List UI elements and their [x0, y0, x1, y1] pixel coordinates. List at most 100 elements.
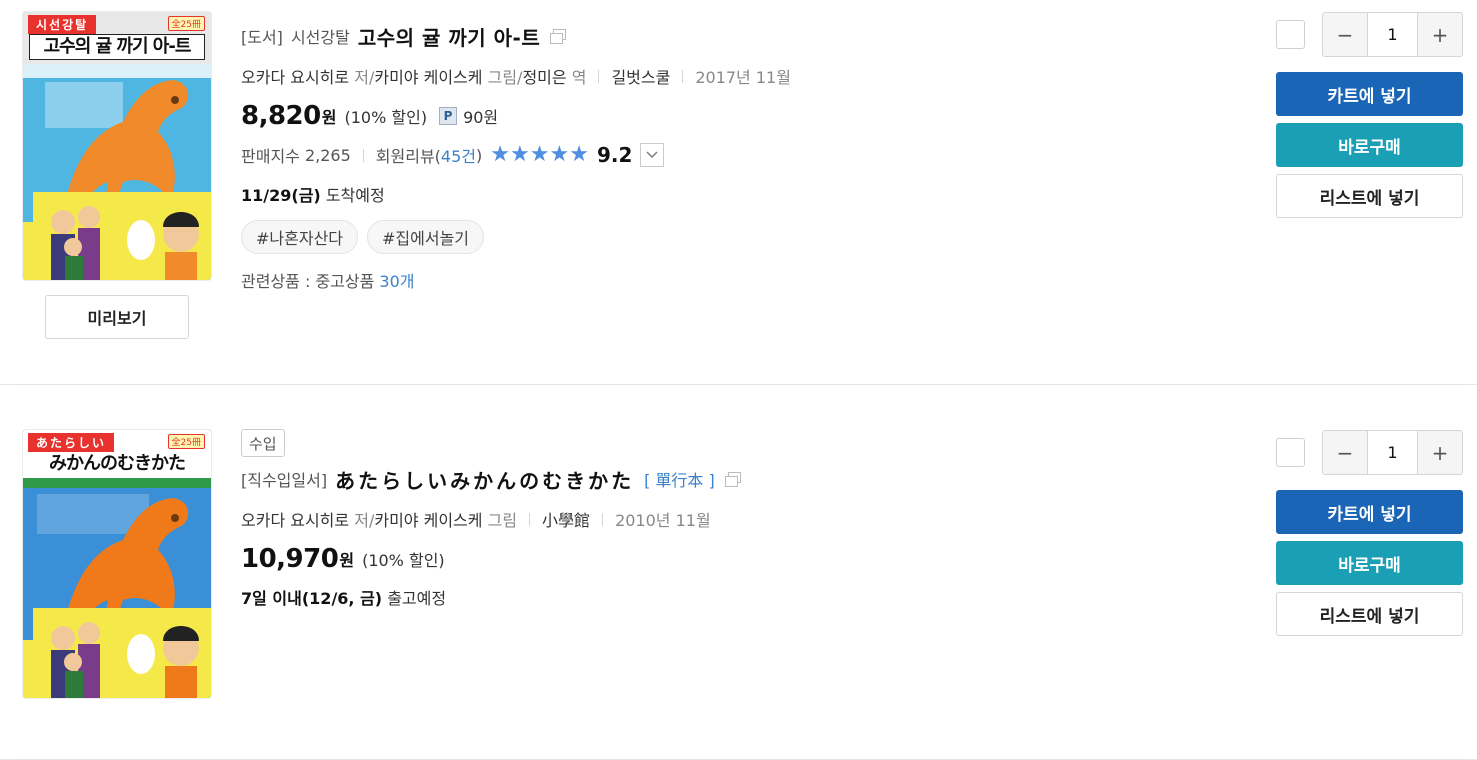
- category-label: [도서]: [241, 28, 283, 47]
- sale-price: 8,820: [241, 101, 321, 131]
- sale-price: 10,970: [241, 544, 339, 574]
- author-line: 오카다 요시히로 저/카미야 케이스케 그림/정미은 역 길벗스쿨 2017년 …: [241, 62, 791, 90]
- currency-unit: 원: [339, 551, 355, 570]
- discount-rate: (10% 할인): [344, 108, 428, 127]
- select-checkbox[interactable]: [1276, 20, 1305, 49]
- product-title[interactable]: あたらしいみかんのむきかた: [335, 465, 634, 494]
- related-products: 관련상품 : 중고상품 30개: [241, 268, 791, 292]
- increase-button[interactable]: +: [1418, 431, 1462, 474]
- quantity-input[interactable]: 1: [1367, 13, 1418, 56]
- product-info: 수입 [직수입일서] あたらしいみかんのむきかた [ 單行本 ] 오카다 요시히…: [241, 429, 741, 611]
- star-icon: ★: [529, 142, 550, 167]
- illustrator-name[interactable]: 카미야 케이스케: [374, 507, 482, 531]
- publish-date: 2010년 11월: [615, 511, 711, 530]
- author-role: 저/: [354, 511, 375, 530]
- quantity-row: − 1 +: [1276, 430, 1463, 475]
- import-badge: 수입: [241, 429, 285, 457]
- category-label: [직수입일서]: [241, 471, 328, 490]
- star-icon: ★: [569, 142, 589, 167]
- author-name[interactable]: 오카다 요시히로: [241, 507, 349, 531]
- publisher-name[interactable]: 길벗스쿨: [611, 64, 670, 88]
- divider: [529, 512, 531, 526]
- star-icon: ★: [510, 142, 530, 167]
- star-icon: ★: [490, 142, 510, 167]
- rating-score: 9.2: [596, 143, 633, 167]
- product-item: あたらしい 全25冊 みかんのむきかた 수입 [직수입일서] あたらしいみかんの…: [0, 385, 1477, 760]
- illustrator-name[interactable]: 카미야 케이스케: [374, 64, 482, 88]
- add-to-list-button[interactable]: 리스트에 넣기: [1276, 592, 1463, 636]
- book-cover[interactable]: 시선강탈 全25冊 고수의 귤 까기 아-트: [23, 12, 211, 280]
- star-icon: ★: [549, 142, 570, 167]
- point-icon: P: [439, 107, 458, 125]
- review-label: 회원리뷰(: [375, 147, 441, 166]
- divider: [598, 69, 600, 83]
- illustrator-role: 그림: [487, 511, 518, 530]
- title-line: [도서] 시선강탈 고수의 귤 까기 아-트: [241, 20, 791, 52]
- new-window-icon[interactable]: [724, 472, 741, 487]
- publisher-name[interactable]: 小學館: [542, 507, 590, 531]
- increase-button[interactable]: +: [1418, 13, 1462, 56]
- add-to-cart-button[interactable]: 카트에 넣기: [1276, 72, 1463, 116]
- quantity-stepper: − 1 +: [1322, 12, 1463, 57]
- publish-date: 2017년 11월: [695, 68, 791, 87]
- tag-chip[interactable]: #집에서놀기: [367, 220, 485, 254]
- divider: [602, 512, 604, 526]
- stats-line: 판매지수 2,265 회원리뷰(45건) ★ ★ ★ ★ ★ 9.2: [241, 140, 791, 170]
- author-line: 오카다 요시히로 저/카미야 케이스케 그림 小學館 2010년 11월: [241, 505, 741, 533]
- cover-series-label: あたらしい: [28, 433, 115, 452]
- purchase-actions: − 1 + 카트에 넣기 바로구매 리스트에 넣기: [1276, 12, 1463, 218]
- add-to-list-button[interactable]: 리스트에 넣기: [1276, 174, 1463, 218]
- sales-index-value: 2,265: [304, 145, 351, 165]
- product-title[interactable]: 고수의 귤 까기 아-트: [358, 22, 540, 51]
- translator-role: 역: [571, 68, 587, 87]
- preview-button[interactable]: 미리보기: [45, 295, 189, 339]
- divider: [682, 69, 684, 83]
- tag-list: #나혼자산다 #집에서놀기: [241, 220, 791, 254]
- purchase-actions: − 1 + 카트에 넣기 바로구매 리스트에 넣기: [1276, 430, 1463, 636]
- review-count-link[interactable]: 45건: [441, 143, 476, 167]
- new-window-icon[interactable]: [550, 29, 567, 44]
- delivery-status: 도착예정: [325, 186, 385, 205]
- translator-name[interactable]: 정미은: [522, 64, 566, 88]
- title-prefix[interactable]: 시선강탈: [291, 24, 350, 48]
- price-line: 8,820 원 (10% 할인) P 90원: [241, 98, 791, 134]
- book-cover[interactable]: あたらしい 全25冊 みかんのむきかた: [23, 430, 211, 698]
- select-checkbox[interactable]: [1276, 438, 1305, 467]
- rating-detail-toggle[interactable]: [640, 143, 665, 167]
- author-name[interactable]: 오카다 요시히로: [241, 64, 349, 88]
- delivery-info: 7일 이내(12/6, 금) 출고예정: [241, 585, 741, 611]
- price-line: 10,970 원 (10% 할인): [241, 541, 741, 577]
- rating-stars: ★ ★ ★ ★ ★: [490, 144, 589, 166]
- quantity-input[interactable]: 1: [1367, 431, 1418, 474]
- sales-index-label: 판매지수: [241, 147, 300, 166]
- currency-unit: 원: [321, 108, 337, 127]
- discount-rate: (10% 할인): [362, 551, 445, 570]
- chevron-down-icon: [646, 151, 658, 158]
- buy-now-button[interactable]: 바로구매: [1276, 123, 1463, 167]
- buy-now-button[interactable]: 바로구매: [1276, 541, 1463, 585]
- decrease-button[interactable]: −: [1323, 13, 1367, 56]
- cover-title: みかんのむきかた: [49, 453, 186, 474]
- author-role: 저/: [354, 68, 375, 87]
- related-label: 관련상품 : 중고상품: [241, 272, 375, 291]
- illustrator-role: 그림/: [487, 68, 523, 87]
- cover-volume-tag: 全25冊: [167, 434, 205, 449]
- add-to-cart-button[interactable]: 카트에 넣기: [1276, 490, 1463, 534]
- delivery-status: 출고예정: [387, 589, 447, 608]
- cover-series-label: 시선강탈: [28, 15, 97, 34]
- quantity-stepper: − 1 +: [1322, 430, 1463, 475]
- decrease-button[interactable]: −: [1323, 431, 1367, 474]
- related-count-link[interactable]: 30개: [379, 272, 414, 291]
- delivery-date: 11/29(금): [241, 186, 321, 205]
- cover-title: 고수의 귤 까기 아-트: [29, 34, 205, 60]
- title-line: [직수입일서] あたらしいみかんのむきかた [ 單行本 ]: [241, 463, 741, 495]
- quantity-row: − 1 +: [1276, 12, 1463, 57]
- review-close: ): [476, 145, 483, 165]
- divider: [362, 148, 364, 162]
- cover-volume-tag: 全25冊: [167, 16, 205, 31]
- delivery-info: 11/29(금) 도착예정: [241, 182, 791, 208]
- product-item: 시선강탈 全25冊 고수의 귤 까기 아-트 미리보기 [도서] 시선강탈 고수…: [0, 0, 1477, 385]
- product-info: [도서] 시선강탈 고수의 귤 까기 아-트 오카다 요시히로 저/카미야 케이…: [241, 20, 791, 292]
- tag-chip[interactable]: #나혼자산다: [241, 220, 359, 254]
- binding-type: [ 單行本 ]: [644, 471, 715, 490]
